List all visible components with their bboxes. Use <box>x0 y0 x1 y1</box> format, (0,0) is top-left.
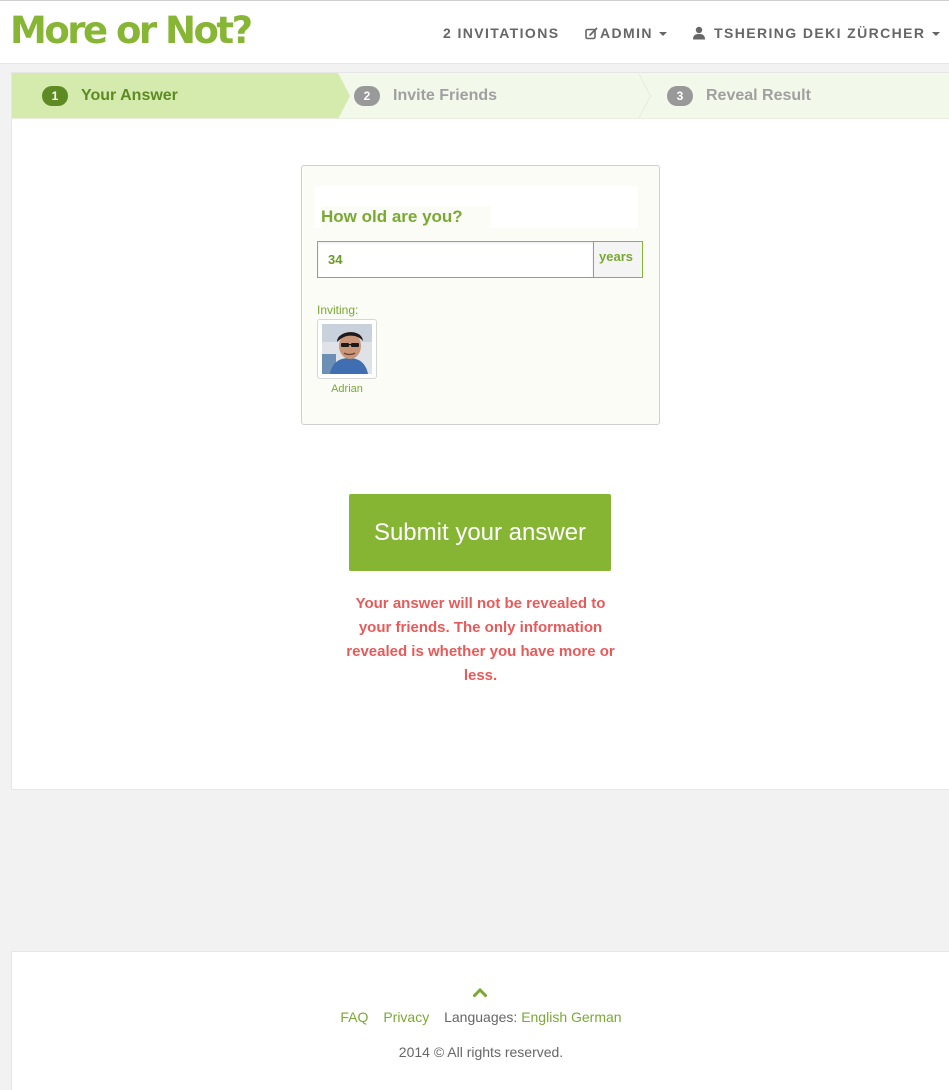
edit-icon <box>585 27 598 40</box>
language-english-link[interactable]: English <box>521 1009 567 1025</box>
person-photo-icon <box>322 324 372 374</box>
answer-input[interactable] <box>317 241 594 278</box>
language-german-link[interactable]: German <box>571 1009 622 1025</box>
answer-input-group: years <box>317 241 643 279</box>
step-reveal-result[interactable]: Reveal Result <box>706 85 811 107</box>
avatar <box>317 319 377 379</box>
step-label: Your Answer <box>81 87 178 104</box>
privacy-link[interactable]: Privacy <box>383 1009 429 1025</box>
nav-invitations-link[interactable]: 2 INVITATIONS <box>443 23 559 43</box>
step-number-badge: 2 <box>354 86 380 106</box>
top-navbar: More or Not? 2 INVITATIONS ADMIN TSHERIN… <box>0 0 949 64</box>
invitations-label: 2 INVITATIONS <box>443 25 560 41</box>
privacy-note: Your answer will not be revealed to your… <box>346 595 615 684</box>
wizard-steps: 1 Your Answer 2 Invite Friends 3 Reveal … <box>12 73 949 119</box>
nav-admin-dropdown[interactable]: ADMIN <box>585 23 668 43</box>
main-panel: 1 Your Answer 2 Invite Friends 3 Reveal … <box>11 72 949 790</box>
chevron-up-icon[interactable] <box>473 987 487 997</box>
nav-user-dropdown[interactable]: TSHERING DEKI ZÜRCHER <box>692 23 940 43</box>
step-number-badge: 3 <box>667 86 693 106</box>
friend-name: Adrian <box>331 383 363 395</box>
admin-label: ADMIN <box>600 25 653 41</box>
chevron-down-icon <box>931 32 940 37</box>
chevron-down-icon <box>659 32 668 37</box>
friend-avatar-adrian[interactable]: Adrian <box>317 319 377 396</box>
footer-links: FAQ Privacy Languages: English German <box>12 1008 949 1026</box>
page-footer: FAQ Privacy Languages: English German 20… <box>11 951 949 1090</box>
faq-link[interactable]: FAQ <box>340 1009 368 1025</box>
submit-answer-button[interactable]: Submit your answer <box>349 494 611 571</box>
inviting-label: Inviting: <box>317 303 359 317</box>
step-your-answer[interactable]: 1 Your Answer <box>12 73 350 118</box>
step-invite-friends[interactable]: Invite Friends <box>393 85 497 107</box>
question-card: How old are you? years Inviting: <box>301 165 660 425</box>
unit-addon: years <box>593 241 643 278</box>
user-icon <box>693 26 705 40</box>
step-number-badge: 1 <box>42 86 68 106</box>
user-name: TSHERING DEKI ZÜRCHER <box>714 25 926 41</box>
question-text: How old are you? <box>321 206 491 228</box>
brand-logo[interactable]: More or Not? <box>10 9 253 53</box>
question-header: How old are you? <box>315 186 638 228</box>
languages-label: Languages: <box>444 1009 518 1025</box>
copyright-text: 2014 © All rights reserved. <box>398 1044 564 1060</box>
